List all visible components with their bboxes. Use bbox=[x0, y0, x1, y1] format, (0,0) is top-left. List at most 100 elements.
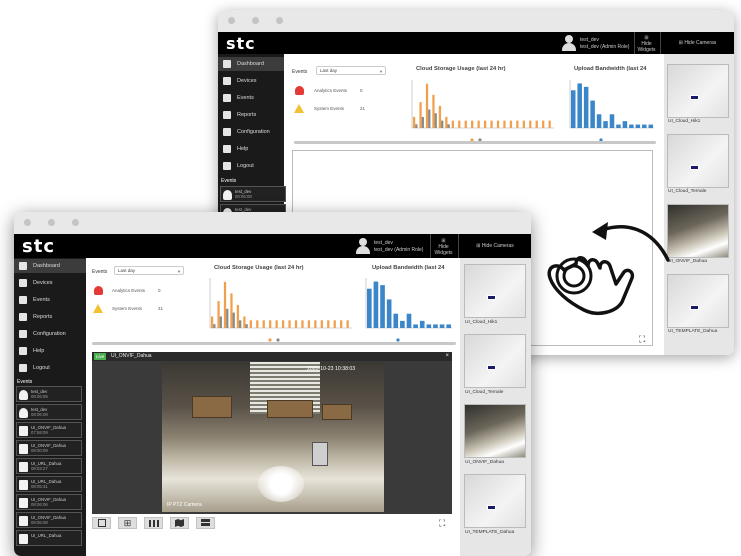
sidebar-item-help[interactable]: Help bbox=[14, 344, 86, 358]
front-browser-window: stc test_dev test_dev (Admin Role) ⊞ Hid… bbox=[14, 212, 531, 556]
sidebar-item-devices[interactable]: Devices bbox=[218, 74, 284, 88]
event-item[interactable]: test_dev08:06:08 bbox=[16, 404, 82, 420]
camera-thumbnail[interactable]: UI_ONVIF_Dahua bbox=[464, 404, 526, 466]
sidebar-item-dashboard[interactable]: Dashboard bbox=[218, 57, 284, 71]
chart-bar bbox=[275, 320, 278, 328]
chart-bar bbox=[307, 320, 311, 328]
hide-widgets-button[interactable]: ⊞ Hide Widgets bbox=[634, 32, 658, 54]
sidebar-item-configuration[interactable]: Configuration bbox=[218, 125, 284, 139]
event-item[interactable]: UI_ONVIF_Dahua 07:58:09 bbox=[16, 422, 82, 438]
chart-bar bbox=[616, 124, 621, 128]
event-item[interactable]: UI_ONVIF_Dahua 08:06:06 bbox=[16, 494, 82, 510]
chart-bar bbox=[320, 320, 323, 328]
event-item[interactable]: test_dev08:06:08 bbox=[220, 186, 286, 202]
chart-bar bbox=[596, 114, 602, 128]
camera-thumbnail[interactable]: UI_TEMPLATE_Dahua bbox=[464, 474, 526, 536]
map-view-button[interactable] bbox=[170, 517, 189, 529]
chart-bar bbox=[548, 120, 551, 128]
layout-six-button[interactable] bbox=[144, 517, 163, 529]
user-avatar-icon[interactable] bbox=[355, 238, 371, 254]
window-control-dot[interactable] bbox=[48, 219, 55, 226]
camera-thumbnail[interactable]: UI_Cloud_Hik1 bbox=[464, 264, 526, 326]
sidebar-item-configuration[interactable]: Configuration bbox=[14, 327, 86, 341]
user-info[interactable]: test_dev test_dev (Admin Role) bbox=[374, 240, 423, 254]
video-header: Live UI_ONVIF_Dahua × bbox=[92, 352, 452, 361]
hide-widgets-button[interactable]: ⊞ Hide Widgets bbox=[430, 234, 456, 258]
hide-cameras-button[interactable]: ⊞ Hide Cameras bbox=[458, 234, 531, 258]
calendar-icon bbox=[223, 94, 231, 102]
event-item[interactable]: UI_ONVIF_Dahua 08:06:08 bbox=[16, 512, 82, 528]
chart-bar bbox=[281, 320, 285, 328]
window-control-dot[interactable] bbox=[24, 219, 31, 226]
chart-bar bbox=[256, 320, 259, 328]
layout-single-button[interactable] bbox=[92, 517, 111, 529]
bell-icon bbox=[295, 86, 304, 95]
window-control-dot[interactable] bbox=[72, 219, 79, 226]
chart-bar bbox=[239, 320, 242, 328]
camera-feed: 2020-10-23 10:38:03 IP PTZ Camera bbox=[162, 362, 384, 512]
hide-cameras-button[interactable]: ⊞ Hide Cameras bbox=[660, 32, 734, 54]
chart-bar bbox=[629, 124, 634, 128]
grid-layout-icon bbox=[201, 519, 210, 527]
period-dropdown[interactable]: Last day ▼ bbox=[114, 266, 184, 275]
chart-bar bbox=[446, 324, 452, 328]
window-control-dot[interactable] bbox=[276, 17, 283, 24]
chart-bar bbox=[426, 324, 432, 328]
chart-bar bbox=[516, 120, 519, 128]
event-item[interactable]: UI_URL_Dahua bbox=[16, 530, 82, 546]
event-item[interactable]: UI_URL_Dahua 08:05:31 bbox=[16, 476, 82, 492]
window-control-dot[interactable] bbox=[228, 17, 235, 24]
chart-bar bbox=[464, 120, 467, 128]
sidebar-item-help[interactable]: Help bbox=[218, 142, 284, 156]
map-icon bbox=[175, 519, 184, 527]
sidebar-item-dashboard[interactable]: Dashboard bbox=[14, 259, 86, 273]
sidebar-item-events[interactable]: Events bbox=[14, 293, 86, 307]
chart-bar bbox=[477, 120, 480, 128]
chart-bar bbox=[433, 324, 438, 328]
sidebar-item-logout[interactable]: Logout bbox=[14, 361, 86, 375]
user-info[interactable]: test_dev test_dev (Admin Role) bbox=[580, 37, 629, 51]
bandwidth-chart-title: Upload Bandwidth (last 24 bbox=[372, 265, 445, 271]
sidebar-item-reports[interactable]: Reports bbox=[14, 310, 86, 324]
event-item[interactable]: UI_URL_Dahua 08:03:27 bbox=[16, 458, 82, 474]
event-item[interactable]: UI_ONVIF_Dahua 08:00:09 bbox=[16, 440, 82, 456]
window-control-dot[interactable] bbox=[252, 17, 259, 24]
sidebar-item-reports[interactable]: Reports bbox=[218, 108, 284, 122]
chart-bar bbox=[245, 324, 248, 328]
camera-thumbnail[interactable]: UI_Cloud_Ternale bbox=[667, 134, 729, 196]
fullscreen-icon[interactable]: ⛶ bbox=[639, 334, 645, 345]
sidebar-item-logout[interactable]: Logout bbox=[218, 159, 284, 173]
window-titlebar bbox=[14, 212, 531, 234]
single-view-icon bbox=[97, 519, 106, 527]
camera-thumbnail[interactable]: UI_Cloud_Ternale bbox=[464, 334, 526, 396]
chevron-down-icon: ▼ bbox=[177, 269, 181, 274]
warning-icon bbox=[93, 304, 103, 313]
user-avatar-icon[interactable] bbox=[561, 35, 577, 51]
document-icon bbox=[19, 498, 28, 508]
camera-thumbnail[interactable]: UI_Cloud_Hik1 bbox=[667, 64, 729, 126]
period-dropdown[interactable]: Last day ▼ bbox=[316, 66, 386, 75]
layout-quad-button[interactable]: ⊞ bbox=[118, 517, 137, 529]
chart-bar bbox=[232, 312, 235, 328]
widgets-scrollbar[interactable] bbox=[294, 141, 656, 144]
sidebar-item-events[interactable]: Events bbox=[218, 91, 284, 105]
user-name: test_dev bbox=[374, 240, 393, 246]
storage-chart-title: Cloud Storage Usage (last 24 hr) bbox=[214, 265, 304, 271]
bell-icon bbox=[94, 286, 103, 295]
chart-bar bbox=[635, 124, 641, 128]
close-icon[interactable]: × bbox=[445, 353, 449, 360]
sidebar-item-devices[interactable]: Devices bbox=[14, 276, 86, 290]
chart-bar bbox=[428, 109, 431, 128]
chart-bar bbox=[393, 313, 399, 328]
event-item[interactable]: test_dev08:06:08 bbox=[16, 386, 82, 402]
stc-logo: stc bbox=[22, 236, 55, 257]
chart-bar bbox=[490, 120, 493, 128]
chart-bar bbox=[434, 113, 437, 128]
fullscreen-icon[interactable]: ⛶ bbox=[439, 518, 445, 529]
chart-bar bbox=[445, 116, 448, 128]
video-player[interactable]: Live UI_ONVIF_Dahua × 2020-10-23 10:38:0… bbox=[92, 352, 452, 514]
shelf-box bbox=[192, 396, 232, 418]
chart-bar bbox=[294, 320, 298, 328]
layout-grid-button[interactable] bbox=[196, 517, 215, 529]
widgets-scrollbar[interactable] bbox=[92, 342, 456, 345]
